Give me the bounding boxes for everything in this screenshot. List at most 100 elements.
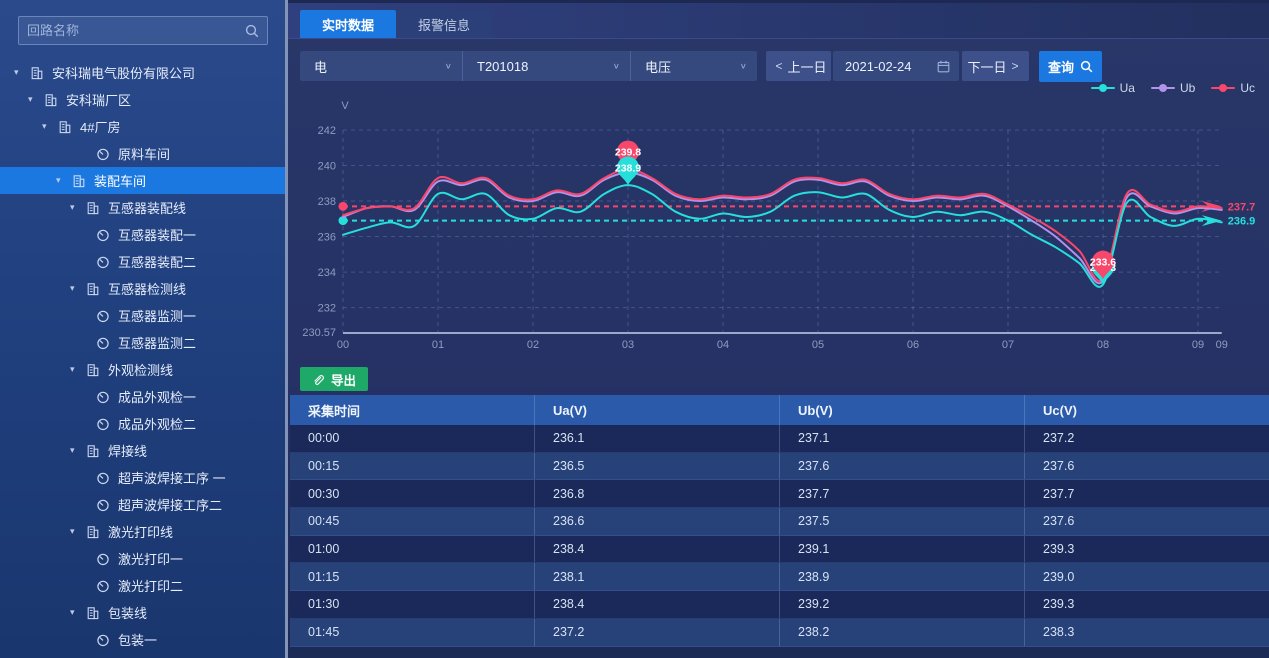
table-cell: 237.5 [780,508,1025,535]
circuit-search-input[interactable] [27,23,245,38]
tree-item[interactable]: ▾包装线 [0,599,285,626]
tab-realtime-data[interactable]: 实时数据 [300,10,396,38]
tree-expander-icon[interactable]: ▾ [28,94,44,105]
tree-item[interactable]: 互感器装配二 [0,248,285,275]
table-row[interactable]: 00:45236.6237.5237.6 [290,508,1269,536]
legend-item-uc[interactable]: Uc [1211,81,1255,95]
chevron-down-icon: ∨ [613,62,620,71]
energy-type-value: 电 [314,57,327,76]
table-cell: 239.2 [780,591,1025,618]
table-row[interactable]: 00:00236.1237.1237.2 [290,425,1269,453]
date-input[interactable]: 2021-02-24 [833,51,959,81]
tree-expander-icon[interactable]: ▾ [56,175,72,186]
sidebar: ▾安科瑞电气股份有限公司▾安科瑞厂区▾4#厂房原料车间▾装配车间▾互感器装配线互… [0,0,285,658]
table-row[interactable]: 00:30236.8237.7237.7 [290,480,1269,508]
table-cell: 238.1 [535,563,780,590]
table-row[interactable]: 01:00238.4239.1239.3 [290,536,1269,564]
device-select[interactable]: T201018 ∨ [462,51,630,81]
svg-text:230.57: 230.57 [302,327,336,339]
tree-item[interactable]: ▾ 互感器检测线 [0,275,285,302]
tree-item-label: 互感器监测二 [118,333,196,352]
tree-item-label: 安科瑞厂区 [66,90,131,109]
svg-text:08: 08 [1097,339,1109,351]
table-cell: 236.5 [535,453,780,480]
tree-item[interactable]: 激光打印二 [0,572,285,599]
tree-item[interactable]: 激光打印一 [0,545,285,572]
tree-expander-icon[interactable]: ▾ [70,202,86,213]
tree-item[interactable]: ▾焊接线 [0,437,285,464]
device-value: T201018 [477,59,528,74]
tree-item[interactable]: 互感器监测一 [0,302,285,329]
tree-item-label: 外观检测线 [108,360,173,379]
table-cell: 237.6 [780,453,1025,480]
tree-item[interactable]: ▾ 外观检测线 [0,356,285,383]
table-cell: 01:15 [290,563,535,590]
metric-value: 电压 [645,57,671,76]
export-button[interactable]: 导出 [300,367,368,391]
energy-type-select[interactable]: 电 ∨ [300,51,462,81]
tree-item[interactable]: ▾装配车间 [0,167,285,194]
building-icon [58,120,72,134]
tree-item[interactable]: ▾ 安科瑞厂区 [0,86,285,113]
tree-expander-icon[interactable]: ▾ [70,526,86,537]
tab-bar: 实时数据 报警信息 [288,3,1269,39]
tree-item[interactable]: 互感器装配一 [0,221,285,248]
tree-expander-icon[interactable]: ▾ [70,283,86,294]
tree-item-label: 激光打印二 [118,576,183,595]
tree-item[interactable]: ▾激光打印线 [0,518,285,545]
tree-item-label: 超声波焊接工序二 [118,495,222,514]
gauge-icon [96,228,110,242]
paperclip-icon [312,373,325,386]
tree-item[interactable]: 成品外观检一 [0,383,285,410]
table-row[interactable]: 01:30238.4239.2239.3 [290,591,1269,619]
tree-item[interactable]: 超声波焊接工序 一 [0,464,285,491]
tree-expander-icon[interactable]: ▾ [70,445,86,456]
tree-expander-icon[interactable]: ▾ [14,67,30,78]
tree-item-label: 成品外观检一 [118,387,196,406]
prev-day-button[interactable]: < 上一日 [766,51,831,81]
tree-expander-icon[interactable]: ▾ [42,121,58,132]
gauge-icon [96,336,110,350]
tree-item[interactable]: ▾安科瑞电气股份有限公司 [0,59,285,86]
svg-text:02: 02 [527,339,539,351]
legend-item-ub[interactable]: Ub [1151,81,1195,95]
svg-text:01: 01 [432,339,444,351]
tree-expander-icon[interactable]: ▾ [70,364,86,375]
tree-item[interactable]: ▾4#厂房 [0,113,285,140]
table-row[interactable]: 01:15238.1238.9239.0 [290,563,1269,591]
table-cell: 238.3 [1025,619,1269,646]
tree-item[interactable]: ▾ 互感器装配线 [0,194,285,221]
metric-select[interactable]: 电压 ∨ [630,51,757,81]
tree-item-label: 成品外观检二 [118,414,196,433]
building-icon [86,282,100,296]
tree-item[interactable]: 包装一 [0,626,285,653]
legend-item-ua[interactable]: Ua [1091,81,1135,95]
tree-item[interactable]: 原料车间 [0,140,285,167]
tree-item-label: 互感器检测线 [108,279,186,298]
app-root: ▾安科瑞电气股份有限公司▾安科瑞厂区▾4#厂房原料车间▾装配车间▾互感器装配线互… [0,0,1269,658]
legend-label: Uc [1240,81,1255,95]
query-button[interactable]: 查询 [1039,51,1102,82]
legend-marker [1151,84,1175,92]
next-day-button[interactable]: 下一日 > [962,51,1029,81]
tree-expander-icon[interactable]: ▾ [70,607,86,618]
table-header-row: 采集时间Ua(V)Ub(V)Uc(V) [290,395,1269,425]
table-cell: 01:45 [290,619,535,646]
tree-item-label: 互感器装配线 [108,198,186,217]
tab-alarm-info[interactable]: 报警信息 [396,10,492,38]
tree-item[interactable]: 互感器监测二 [0,329,285,356]
table-cell: 239.1 [780,536,1025,563]
legend-label: Ub [1180,81,1195,95]
table-row[interactable]: 00:15236.5237.6237.6 [290,453,1269,481]
svg-text:V: V [341,100,349,112]
gauge-icon [96,633,110,647]
table-cell: 237.6 [1025,453,1269,480]
svg-text:237.7: 237.7 [1228,201,1256,213]
search-icon[interactable] [245,24,259,38]
tree-item[interactable]: 超声波焊接工序二 [0,491,285,518]
table-row[interactable]: 01:45237.2238.2238.3 [290,619,1269,647]
svg-text:236: 236 [318,232,336,244]
tree-item-label: 超声波焊接工序 一 [118,468,226,487]
tree-item-label: 原料车间 [118,144,170,163]
tree-item[interactable]: 成品外观检二 [0,410,285,437]
